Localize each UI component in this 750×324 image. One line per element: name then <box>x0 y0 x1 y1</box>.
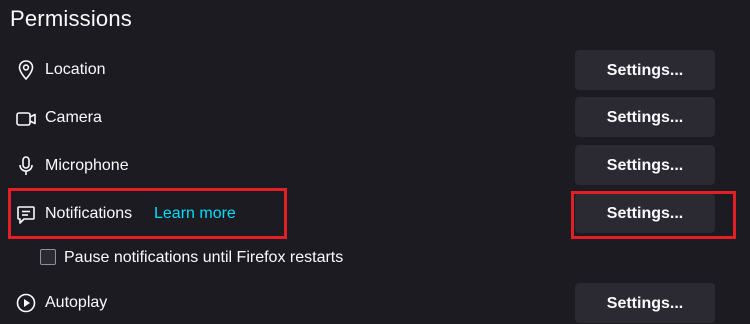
notification-icon <box>14 203 38 227</box>
autoplay-icon <box>14 291 38 315</box>
location-pin-icon <box>14 58 38 82</box>
camera-settings-button[interactable]: Settings... <box>575 97 715 137</box>
permission-label-notifications: Notifications <box>45 205 133 222</box>
learn-more-link[interactable]: Learn more <box>154 204 236 224</box>
microphone-settings-button[interactable]: Settings... <box>575 145 715 185</box>
notifications-settings-button[interactable]: Settings... <box>575 193 715 233</box>
permission-label-location: Location <box>45 61 106 78</box>
autoplay-settings-button[interactable]: Settings... <box>575 283 715 323</box>
location-settings-button[interactable]: Settings... <box>575 50 715 90</box>
pause-notifications-checkbox[interactable] <box>40 249 56 265</box>
permission-label-camera: Camera <box>45 109 102 126</box>
pause-notifications-label[interactable]: Pause notifications until Firefox restar… <box>64 248 343 268</box>
camera-icon <box>14 107 38 131</box>
permission-label-microphone: Microphone <box>45 157 129 174</box>
microphone-icon <box>14 154 38 178</box>
section-title: Permissions <box>10 6 133 31</box>
permission-label-autoplay: Autoplay <box>45 294 108 311</box>
